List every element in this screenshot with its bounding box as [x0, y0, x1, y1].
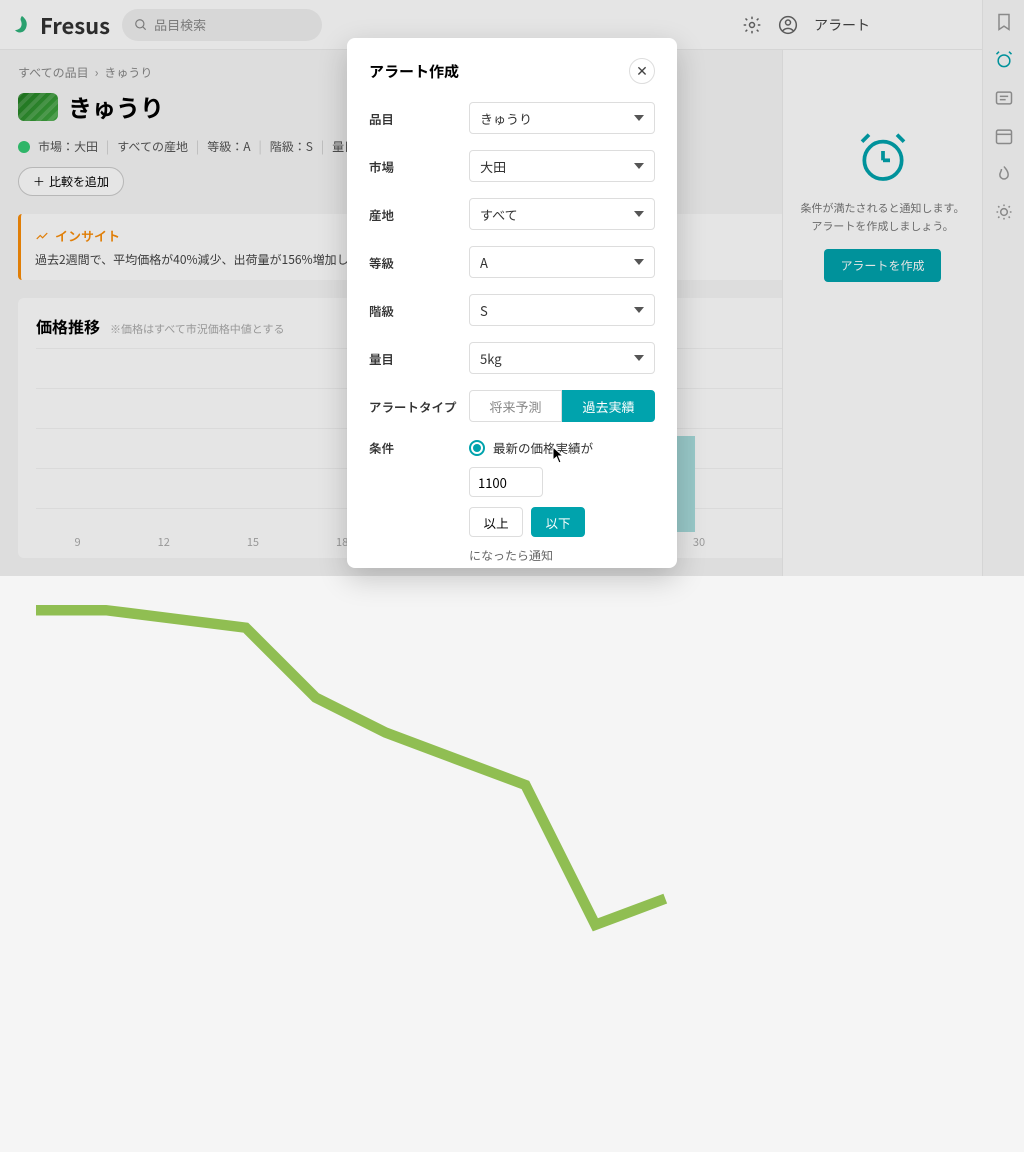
close-icon[interactable]: ✕	[629, 58, 655, 84]
chevron-down-icon	[634, 259, 644, 265]
threshold-input[interactable]	[469, 467, 543, 497]
rank-select[interactable]: S	[469, 294, 655, 326]
modal-overlay[interactable]: アラート作成 ✕ 品目 きゅうり 市場 大田 産地 すべて 等級 A 階級 S …	[0, 0, 1024, 576]
origin-select[interactable]: すべて	[469, 198, 655, 230]
gte-button[interactable]: 以上	[469, 507, 523, 537]
chevron-down-icon	[634, 163, 644, 169]
lte-button[interactable]: 以下	[531, 507, 585, 537]
actual-button[interactable]: 過去実績	[562, 390, 655, 422]
market-select[interactable]: 大田	[469, 150, 655, 182]
alert-type-toggle[interactable]: 将来予測 過去実績	[469, 390, 655, 422]
grade-select[interactable]: A	[469, 246, 655, 278]
chevron-down-icon	[634, 115, 644, 121]
chevron-down-icon	[634, 307, 644, 313]
radio-on-icon	[469, 440, 485, 456]
chevron-down-icon	[634, 211, 644, 217]
forecast-button[interactable]: 将来予測	[469, 390, 562, 422]
condition-1-radio[interactable]: 最新の価格実績が	[469, 438, 655, 457]
unit-select[interactable]: 5kg	[469, 342, 655, 374]
chevron-down-icon	[634, 355, 644, 361]
alert-create-modal: アラート作成 ✕ 品目 きゅうり 市場 大田 産地 すべて 等級 A 階級 S …	[347, 38, 677, 568]
modal-title: アラート作成	[369, 61, 459, 82]
item-select[interactable]: きゅうり	[469, 102, 655, 134]
